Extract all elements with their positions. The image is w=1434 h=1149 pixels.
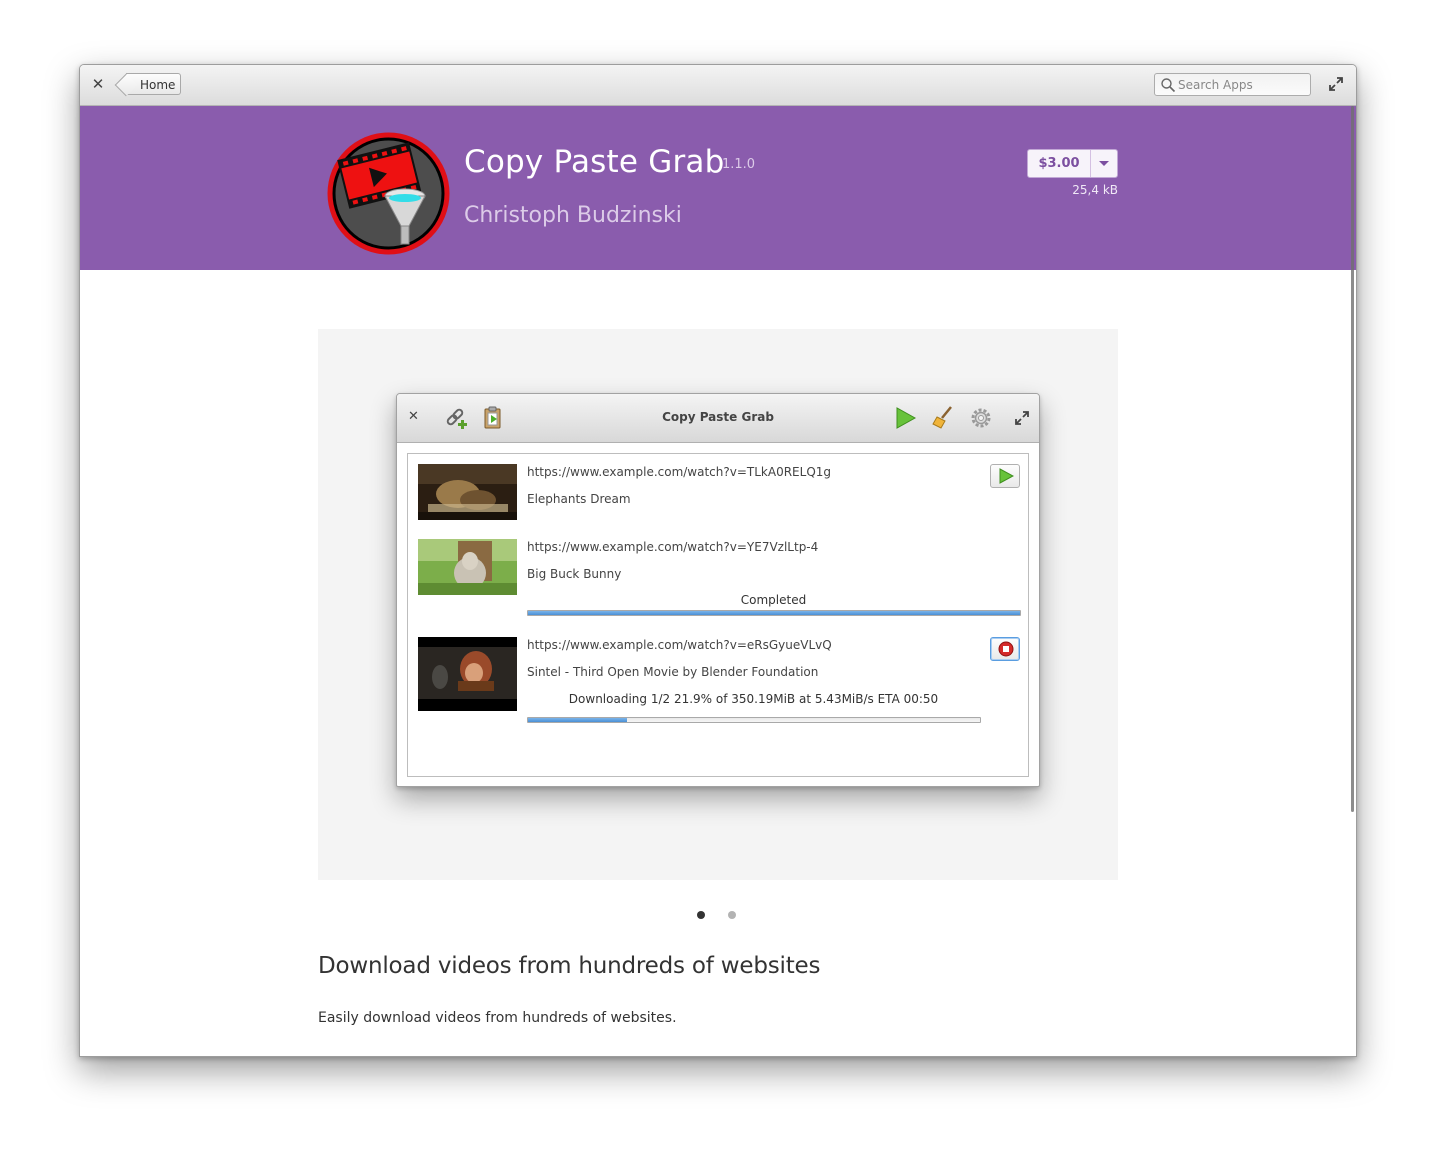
titlebar: ✕ Home <box>80 65 1356 106</box>
app-version: 1.1.0 <box>722 157 756 172</box>
video-title: Sintel - Third Open Movie by Blender Fou… <box>527 665 819 679</box>
stop-download-button <box>990 637 1020 661</box>
progress-fill <box>528 718 627 722</box>
download-list: https://www.example.com/watch?v=TLkA0REL… <box>407 453 1029 777</box>
play-icon <box>896 407 917 429</box>
stop-icon <box>998 641 1014 657</box>
progress-bar <box>527 717 981 723</box>
carousel-dot[interactable] <box>697 911 705 919</box>
maximize-icon <box>1015 411 1029 425</box>
carousel-indicator <box>697 911 737 921</box>
start-download-button <box>990 464 1020 488</box>
clean-icon <box>932 406 952 429</box>
scrollbar[interactable] <box>1351 106 1354 812</box>
search-field[interactable] <box>1154 73 1311 96</box>
purchase-button[interactable]: $3.00 <box>1027 149 1118 178</box>
price-label[interactable]: $3.00 <box>1028 150 1090 177</box>
description-text: Easily download videos from hundreds of … <box>318 1010 677 1026</box>
description-heading: Download videos from hundreds of website… <box>318 953 821 979</box>
chevron-down-icon[interactable] <box>1091 150 1117 177</box>
video-title: Big Buck Bunny <box>527 567 622 581</box>
screenshot-titlebar: ✕ Copy Paste Grab <box>397 394 1039 443</box>
app-author: Christoph Budzinski <box>464 203 682 228</box>
search-icon <box>1161 78 1176 93</box>
screenshot-window: ✕ Copy Paste Grab https://www.example.co… <box>396 393 1040 787</box>
video-thumbnail <box>418 637 517 711</box>
download-status: Completed <box>740 593 807 607</box>
play-icon <box>999 468 1014 484</box>
home-back-button[interactable]: Home <box>126 73 181 95</box>
progress-bar <box>527 610 1021 616</box>
close-icon[interactable]: ✕ <box>90 75 106 93</box>
video-url: https://www.example.com/watch?v=eRsGyueV… <box>527 638 832 652</box>
download-status: Downloading 1/2 21.9% of 350.19MiB at 5.… <box>568 692 939 706</box>
progress-fill <box>528 611 1020 615</box>
video-thumbnail <box>418 539 517 595</box>
app-center-window: ✕ Home Search Apps Copy Paste Grab 1.1.0… <box>79 64 1357 1057</box>
carousel-dot[interactable] <box>728 911 736 919</box>
app-name: Copy Paste Grab <box>464 144 725 180</box>
app-icon <box>327 132 450 255</box>
list-item: https://www.example.com/watch?v=TLkA0REL… <box>408 454 1028 524</box>
search-input[interactable] <box>1178 75 1306 94</box>
list-item: https://www.example.com/watch?v=eRsGyueV… <box>408 627 1028 737</box>
app-screenshot: ✕ Copy Paste Grab https://www.example.co… <box>318 329 1118 880</box>
video-url: https://www.example.com/watch?v=YE7VzlLt… <box>527 540 819 554</box>
app-size: 25,4 kB <box>1072 183 1118 197</box>
video-url: https://www.example.com/watch?v=TLkA0REL… <box>527 465 832 479</box>
list-item: https://www.example.com/watch?v=YE7VzlLt… <box>408 529 1028 619</box>
video-thumbnail <box>418 464 517 520</box>
app-header: Copy Paste Grab 1.1.0 Christoph Budzinsk… <box>80 106 1356 270</box>
settings-icon <box>971 408 991 428</box>
maximize-icon[interactable] <box>1328 76 1344 92</box>
video-title: Elephants Dream <box>527 492 631 506</box>
